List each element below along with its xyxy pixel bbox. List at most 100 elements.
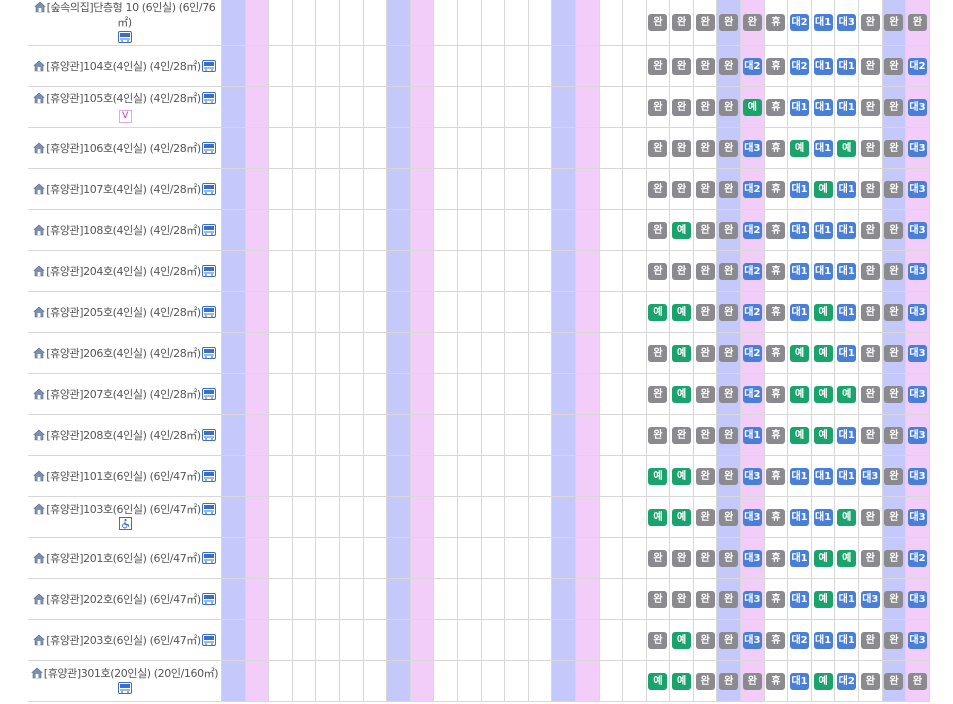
status-badge[interactable]: 예 <box>813 549 833 567</box>
day-cell: 완 <box>716 619 742 661</box>
status-badge[interactable]: 예 <box>813 672 833 690</box>
status-badge[interactable]: 예 <box>837 549 857 567</box>
day-cell: 대3 <box>905 619 930 661</box>
day-cell <box>622 373 647 415</box>
day-cell <box>481 127 506 169</box>
wheelchair-icon <box>118 517 132 530</box>
status-badge[interactable]: 예 <box>837 385 857 403</box>
day-cell <box>457 250 482 292</box>
room-name[interactable]: [휴양관]104호(4인실) (4인/28㎡) <box>46 60 201 73</box>
day-cell <box>481 414 506 456</box>
status-badge[interactable]: 예 <box>742 98 762 116</box>
day-cell <box>575 291 600 333</box>
status-badge: 대3 <box>908 303 928 321</box>
status-badge[interactable]: 예 <box>813 180 833 198</box>
room-name[interactable]: [휴양관]203호(6인실) (6인/47㎡) <box>46 634 201 647</box>
status-badge[interactable]: 예 <box>672 467 692 485</box>
status-badge[interactable]: 예 <box>790 344 810 362</box>
status-badge[interactable]: 예 <box>672 303 692 321</box>
status-badge[interactable]: 예 <box>837 139 857 157</box>
room-name[interactable]: [휴양관]205호(4인실) (4인/28㎡) <box>46 306 201 319</box>
day-cell <box>339 537 364 579</box>
day-cell: 완 <box>882 127 907 169</box>
status-badge: 완 <box>719 385 739 403</box>
day-cell: 완 <box>693 168 718 210</box>
status-badge: 완 <box>908 14 928 31</box>
room-cell: [휴양관]301호(20인실) (20인/160㎡) <box>28 660 222 702</box>
day-cell <box>221 619 246 661</box>
day-cell: 완 <box>716 660 742 702</box>
room-name[interactable]: [휴양관]107호(4인실) (4인/28㎡) <box>46 183 201 196</box>
day-cell <box>504 414 529 456</box>
room-name[interactable]: [휴양관]106호(4인실) (4인/28㎡) <box>46 142 201 155</box>
day-cell <box>551 332 576 374</box>
status-badge[interactable]: 예 <box>672 385 692 403</box>
status-badge[interactable]: 예 <box>648 467 668 485</box>
room-name[interactable]: [휴양관]101호(6인실) (6인/47㎡) <box>46 470 201 483</box>
day-cell <box>292 250 317 292</box>
status-badge: 휴 <box>766 467 786 485</box>
day-cell: 대3 <box>905 455 930 497</box>
room-name[interactable]: [휴양관]201호(6인실) (6인/47㎡) <box>46 552 201 565</box>
day-cell: 완 <box>882 373 907 415</box>
status-badge: 대3 <box>908 344 928 362</box>
room-name[interactable]: [휴양관]103호(6인실) (6인/47㎡) <box>46 503 201 516</box>
day-cell: 예 <box>669 291 694 333</box>
status-badge: 대3 <box>908 221 928 239</box>
day-cell <box>363 537 388 579</box>
room-name[interactable]: [휴양관]301호(20인실) (20인/160㎡) <box>44 667 219 680</box>
room-name[interactable]: [휴양관]208호(4인실) (4인/28㎡) <box>46 429 201 442</box>
day-cell <box>504 619 529 661</box>
status-badge[interactable]: 예 <box>672 631 692 649</box>
room-name[interactable]: [숲속의집]단층형 10 (6인실) (6인/76㎡) <box>47 1 216 29</box>
status-badge[interactable]: 예 <box>672 221 692 239</box>
status-badge[interactable]: 예 <box>837 508 857 526</box>
room-name[interactable]: [휴양관]204호(4인실) (4인/28㎡) <box>46 265 201 278</box>
status-badge: 완 <box>884 221 904 239</box>
day-cell <box>410 414 435 456</box>
day-cell <box>386 619 411 661</box>
day-cell <box>221 578 246 620</box>
status-badge[interactable]: 예 <box>790 385 810 403</box>
day-cell: 대1 <box>787 578 812 620</box>
day-cell: 완 <box>882 0 907 46</box>
room-name[interactable]: [휴양관]202호(6인실) (6인/47㎡) <box>46 593 201 606</box>
day-cell <box>410 209 435 251</box>
status-badge: 완 <box>719 98 739 116</box>
status-badge[interactable]: 예 <box>813 385 833 403</box>
room-name[interactable]: [휴양관]108호(4인실) (4인/28㎡) <box>46 224 201 237</box>
status-badge[interactable]: 예 <box>672 344 692 362</box>
day-cell: 예 <box>811 332 836 374</box>
status-badge: 완 <box>648 262 668 280</box>
day-cell: 예 <box>646 455 671 497</box>
room-name[interactable]: [휴양관]206호(4인실) (4인/28㎡) <box>46 347 201 360</box>
day-cell <box>245 414 270 456</box>
status-badge: 대1 <box>790 590 810 608</box>
status-badge[interactable]: 예 <box>790 426 810 444</box>
status-badge[interactable]: 예 <box>648 303 668 321</box>
status-badge[interactable]: 예 <box>672 672 692 690</box>
day-cell: 완 <box>882 496 907 538</box>
room-name[interactable]: [휴양관]207호(4인실) (4인/28㎡) <box>46 388 201 401</box>
status-badge[interactable]: 예 <box>813 590 833 608</box>
day-cell <box>622 127 647 169</box>
status-badge[interactable]: 예 <box>790 139 810 157</box>
status-badge[interactable]: 예 <box>672 508 692 526</box>
day-cell: 완 <box>693 250 718 292</box>
day-cell <box>457 127 482 169</box>
status-badge[interactable]: 예 <box>648 672 668 690</box>
room-cell: [휴양관]103호(6인실) (6인/47㎡) <box>28 496 222 538</box>
status-badge[interactable]: 예 <box>813 344 833 362</box>
room-name[interactable]: [휴양관]105호(4인실) (4인/28㎡) <box>46 92 201 105</box>
room-cell: [휴양관]208호(4인실) (4인/28㎡) <box>28 414 222 456</box>
day-cell <box>315 414 340 456</box>
status-badge[interactable]: 예 <box>648 508 668 526</box>
status-badge: 대1 <box>790 672 810 690</box>
day-cell: 대1 <box>834 619 860 661</box>
status-badge[interactable]: 예 <box>813 303 833 321</box>
day-cell <box>457 619 482 661</box>
day-cell <box>551 660 576 702</box>
status-badge[interactable]: 예 <box>813 426 833 444</box>
day-cell: 완 <box>882 660 907 702</box>
day-cell <box>410 660 435 702</box>
